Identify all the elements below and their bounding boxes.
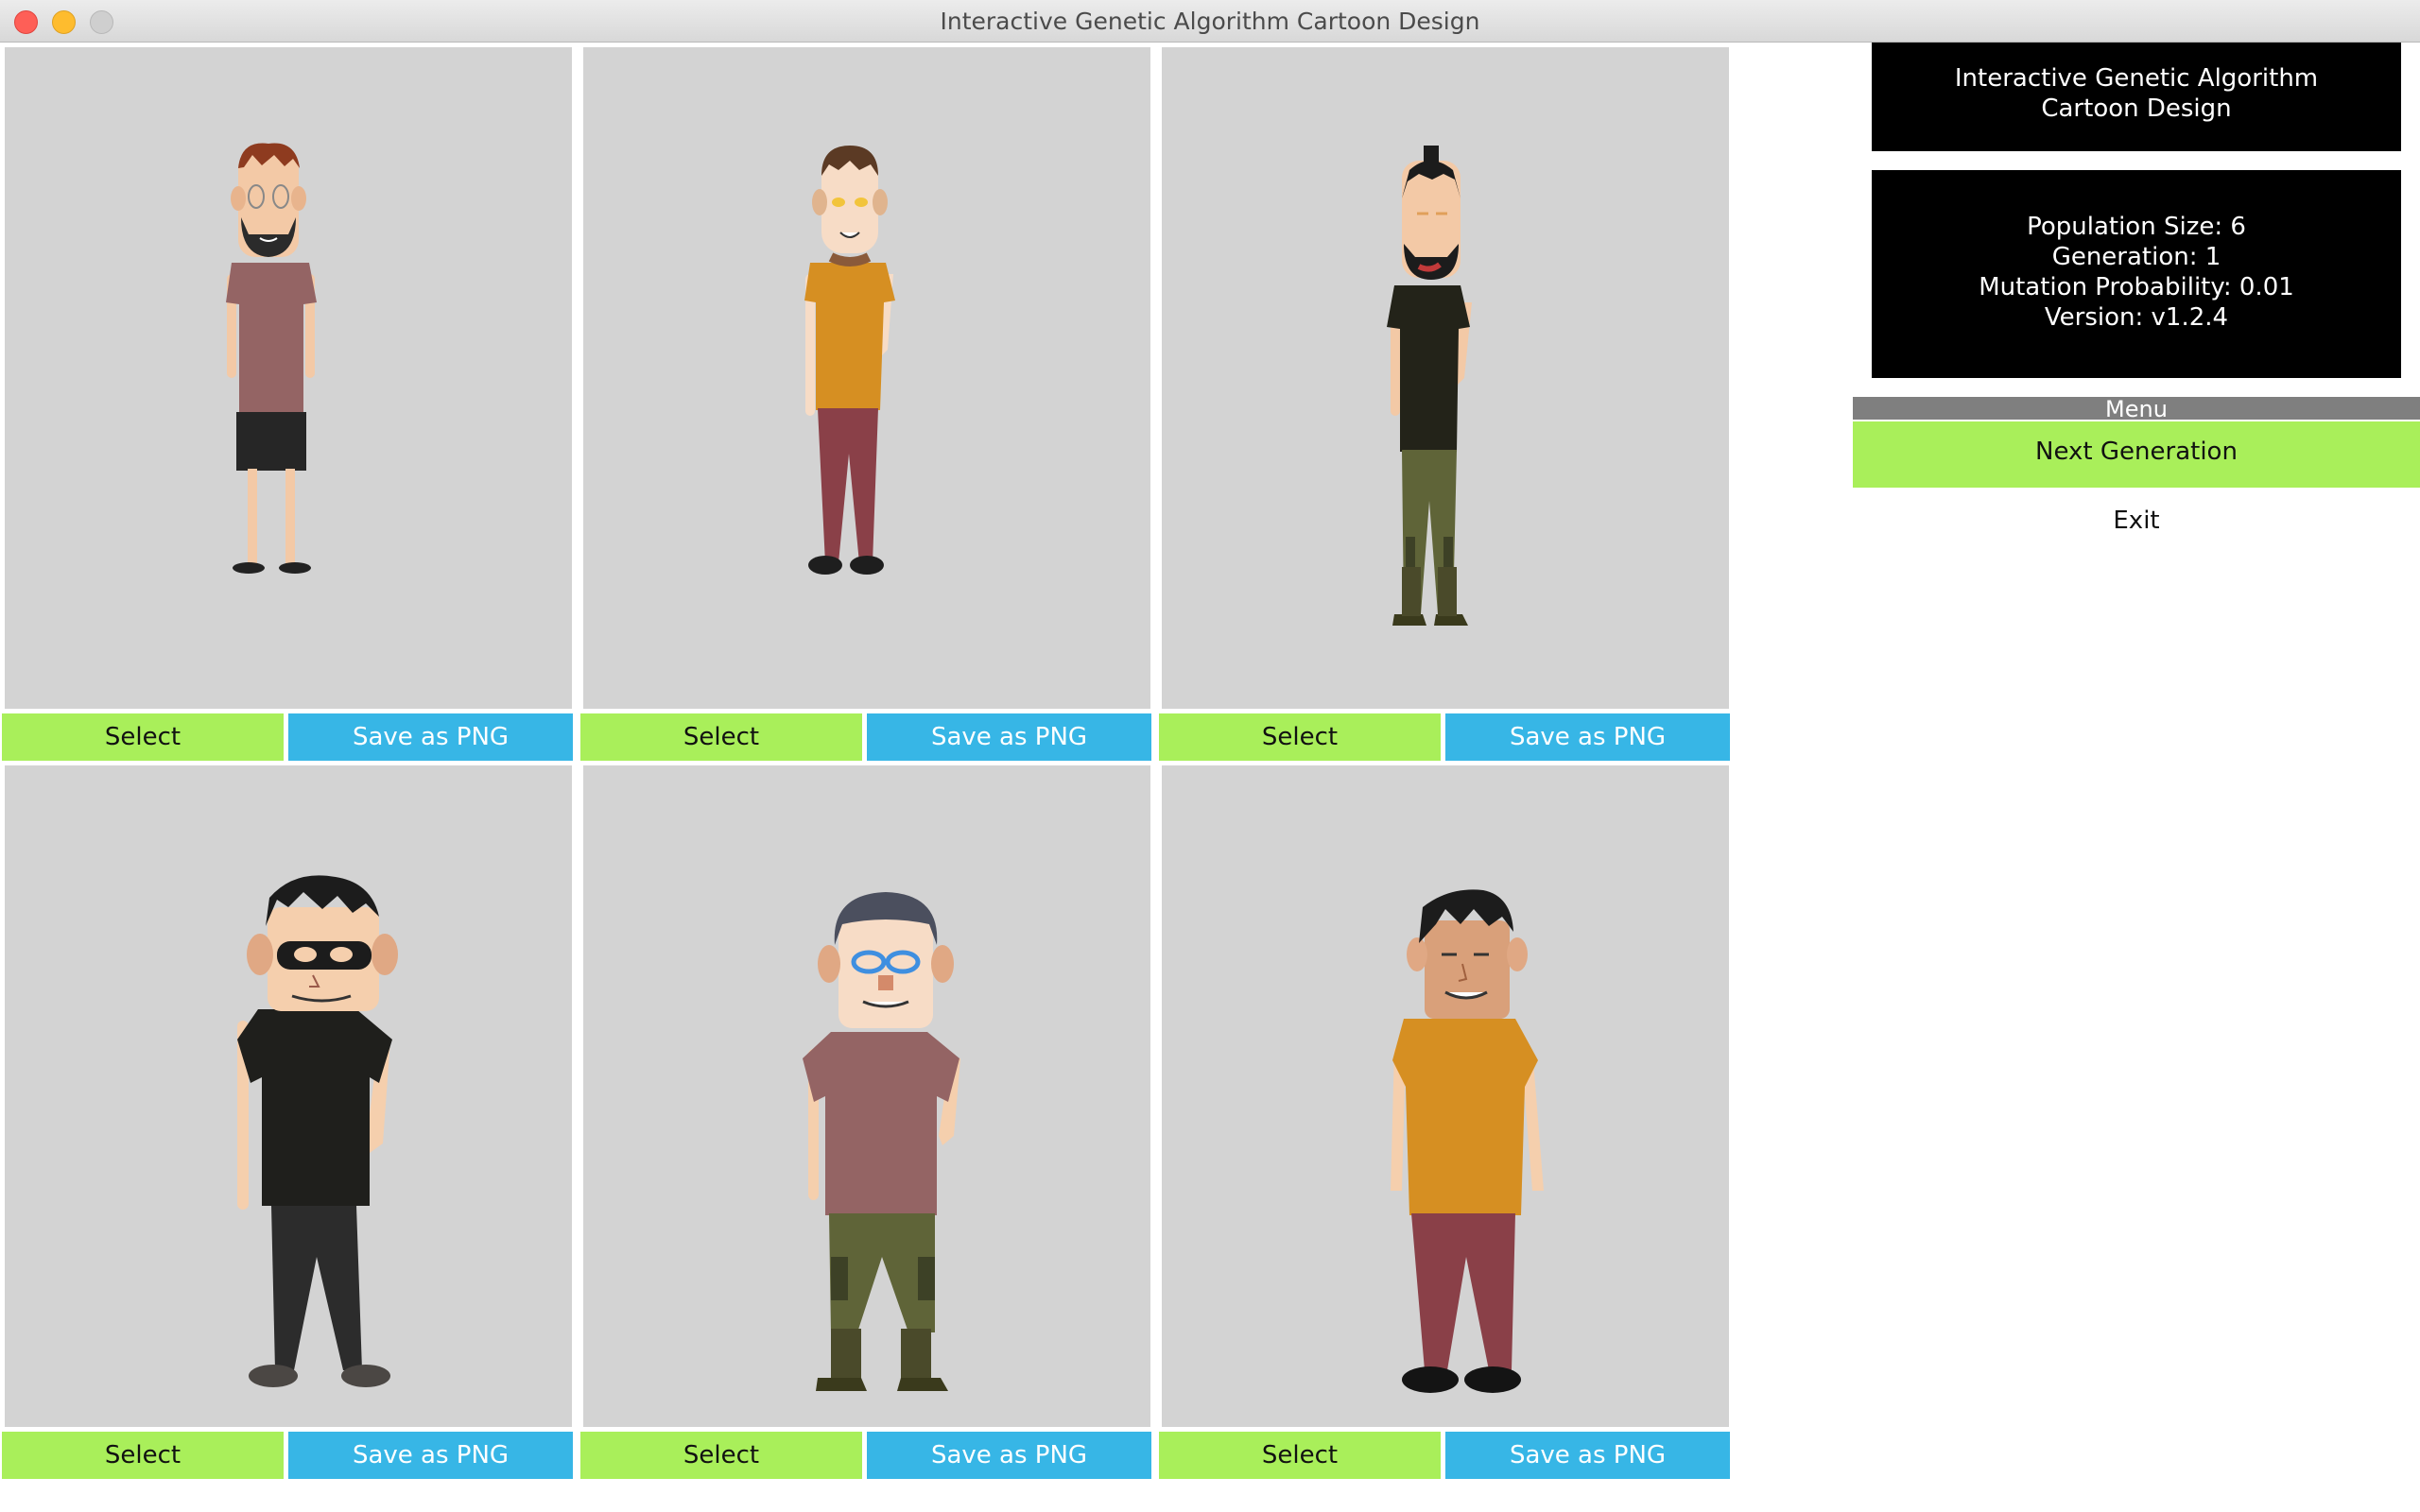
cartoon-cell-3: Select Save as PNG bbox=[1157, 43, 1730, 761]
cartoon-cell-6: Select Save as PNG bbox=[1157, 761, 1730, 1479]
app-window: Interactive Genetic Algorithm Cartoon De… bbox=[0, 0, 2420, 1512]
cartoon-cell-2: Select Save as PNG bbox=[579, 43, 1151, 761]
version-text: Version: v1.2.4 bbox=[2044, 303, 2229, 332]
select-button[interactable]: Select bbox=[1159, 713, 1441, 761]
select-button[interactable]: Select bbox=[1159, 1432, 1441, 1479]
generation-text: Generation: 1 bbox=[2051, 243, 2221, 271]
cartoon-canvas-6 bbox=[1162, 765, 1729, 1427]
app-title-line-2: Cartoon Design bbox=[2041, 94, 2232, 123]
cartoon-cell-1: Select Save as PNG bbox=[0, 43, 573, 761]
select-button[interactable]: Select bbox=[2, 713, 284, 761]
select-button[interactable]: Select bbox=[580, 1432, 862, 1479]
menu-header: Menu bbox=[1853, 397, 2420, 421]
population-size-text: Population Size: 6 bbox=[2027, 213, 2246, 241]
save-png-button[interactable]: Save as PNG bbox=[867, 713, 1151, 761]
title-bar: Interactive Genetic Algorithm Cartoon De… bbox=[0, 0, 2420, 43]
cartoon-figure-6 bbox=[1391, 889, 1544, 1393]
cartoon-figure-1 bbox=[226, 143, 317, 574]
app-title-line-1: Interactive Genetic Algorithm bbox=[1954, 64, 2319, 93]
stats-box: Population Size: 6 Generation: 1 Mutatio… bbox=[1872, 170, 2401, 378]
cartoon-figure-5 bbox=[803, 892, 960, 1391]
cartoon-figure-2 bbox=[804, 146, 895, 575]
mutation-probability-text: Mutation Probability: 0.01 bbox=[1979, 273, 2294, 301]
cartoon-figure-4 bbox=[237, 875, 398, 1387]
cartoon-canvas-1 bbox=[5, 47, 572, 709]
next-generation-button[interactable]: Next Generation bbox=[1853, 421, 2420, 488]
save-png-button[interactable]: Save as PNG bbox=[288, 713, 573, 761]
cartoon-canvas-5 bbox=[583, 765, 1150, 1427]
save-png-button[interactable]: Save as PNG bbox=[1445, 1432, 1730, 1479]
window-title: Interactive Genetic Algorithm Cartoon De… bbox=[940, 8, 1480, 35]
select-button[interactable]: Select bbox=[2, 1432, 284, 1479]
cartoon-canvas-4 bbox=[5, 765, 572, 1427]
cartoon-figure-3 bbox=[1387, 146, 1472, 626]
cartoon-canvas-3 bbox=[1162, 47, 1729, 709]
save-png-button[interactable]: Save as PNG bbox=[288, 1432, 573, 1479]
save-png-button[interactable]: Save as PNG bbox=[1445, 713, 1730, 761]
cartoon-cell-5: Select Save as PNG bbox=[579, 761, 1151, 1479]
exit-button[interactable]: Exit bbox=[1853, 501, 2420, 558]
select-button[interactable]: Select bbox=[580, 713, 862, 761]
app-title-box: Interactive Genetic Algorithm Cartoon De… bbox=[1872, 43, 2401, 151]
cartoon-cell-4: Select Save as PNG bbox=[0, 761, 573, 1479]
save-png-button[interactable]: Save as PNG bbox=[867, 1432, 1151, 1479]
cartoon-canvas-2 bbox=[583, 47, 1150, 709]
